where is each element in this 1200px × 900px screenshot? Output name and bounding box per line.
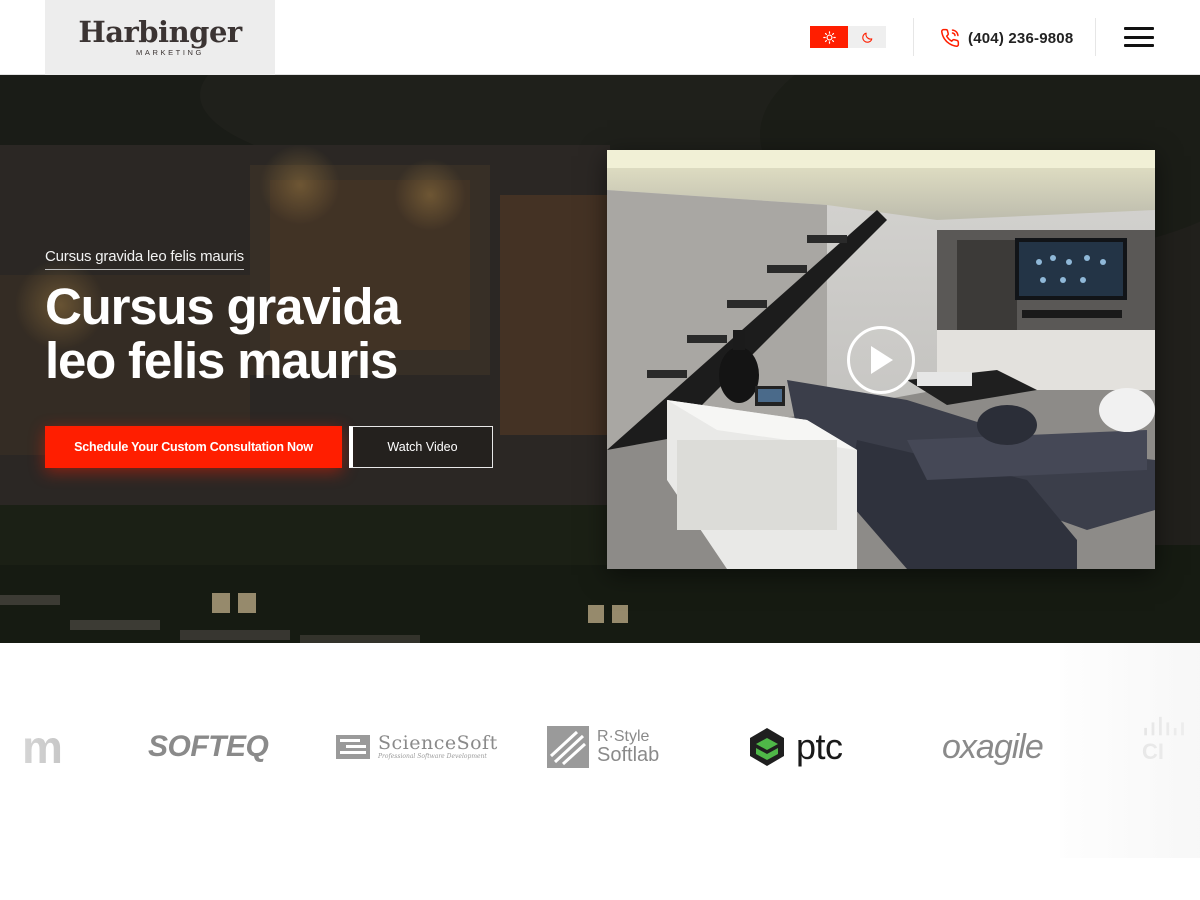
- rstyle-text: R·Style Softlab: [597, 728, 660, 766]
- client-logos-strip: m SOFTEQ ScienceSoft Professional Softwa…: [0, 643, 1200, 900]
- hero-title: Cursus gravida leo felis mauris: [45, 278, 401, 389]
- phone-icon: [941, 28, 960, 47]
- oxagile-logo: oxagile: [942, 723, 1044, 771]
- sciencesoft-emblem-icon: [336, 735, 370, 759]
- moon-icon: [861, 32, 872, 43]
- schedule-consultation-button[interactable]: Schedule Your Custom Consultation Now: [45, 426, 342, 468]
- light-mode-button[interactable]: [810, 26, 848, 48]
- menu-line: [1124, 35, 1154, 39]
- logo-wordmark: Harbinger: [78, 15, 242, 49]
- partial-m-logo-text: m: [22, 721, 63, 773]
- softeq-logo: SOFTEQ: [148, 723, 269, 771]
- ptc-wordmark: ptc: [796, 726, 843, 767]
- play-icon: [871, 346, 893, 374]
- rstyle-bottom-text: Softlab: [597, 744, 660, 766]
- softeq-logo-text: SOFTEQ: [148, 730, 269, 763]
- ptc-logo: ptc: [748, 723, 843, 771]
- cisco-partial-logo: CI: [1142, 715, 1200, 763]
- rstyle-top-text: R·Style: [597, 728, 650, 745]
- sciencesoft-logo: ScienceSoft Professional Software Develo…: [336, 723, 498, 771]
- play-button[interactable]: [847, 326, 915, 394]
- sciencesoft-text: ScienceSoft Professional Software Develo…: [378, 732, 498, 761]
- menu-line: [1124, 27, 1154, 30]
- phone-link[interactable]: (404) 236-9808: [940, 26, 1073, 50]
- hamburger-menu-icon[interactable]: [1124, 25, 1154, 49]
- dark-mode-button[interactable]: [848, 26, 886, 48]
- partial-m-logo: m: [22, 723, 63, 771]
- sun-icon: [822, 30, 836, 44]
- rstyle-emblem-icon: [547, 726, 589, 768]
- phone-number: (404) 236-9808: [968, 29, 1074, 47]
- harbinger-logo[interactable]: Harbinger MARKETING: [45, 0, 275, 75]
- menu-line: [1124, 44, 1154, 47]
- oxagile-wordmark: oxagile: [942, 727, 1044, 766]
- sciencesoft-tagline: Professional Software Development: [378, 753, 487, 760]
- cisco-bars-icon: [1144, 716, 1184, 736]
- header-divider: [913, 18, 914, 56]
- hero-section: Cursus gravida leo felis mauris Cursus g…: [0, 75, 1200, 643]
- ptc-emblem-icon: [750, 728, 784, 766]
- site-header: Harbinger MARKETING (404) 236-9808: [0, 0, 1200, 75]
- sciencesoft-wordmark: ScienceSoft: [378, 732, 498, 754]
- rstyle-softlab-logo: R·Style Softlab: [547, 723, 659, 771]
- header-divider: [1095, 18, 1096, 56]
- watch-video-button[interactable]: Watch Video: [349, 426, 493, 468]
- cisco-partial-text: CI: [1142, 739, 1164, 764]
- logo-subtitle: MARKETING: [136, 48, 204, 57]
- hero-eyebrow: Cursus gravida leo felis mauris: [45, 248, 244, 270]
- theme-toggle: [810, 26, 886, 48]
- video-thumbnail[interactable]: [607, 150, 1155, 569]
